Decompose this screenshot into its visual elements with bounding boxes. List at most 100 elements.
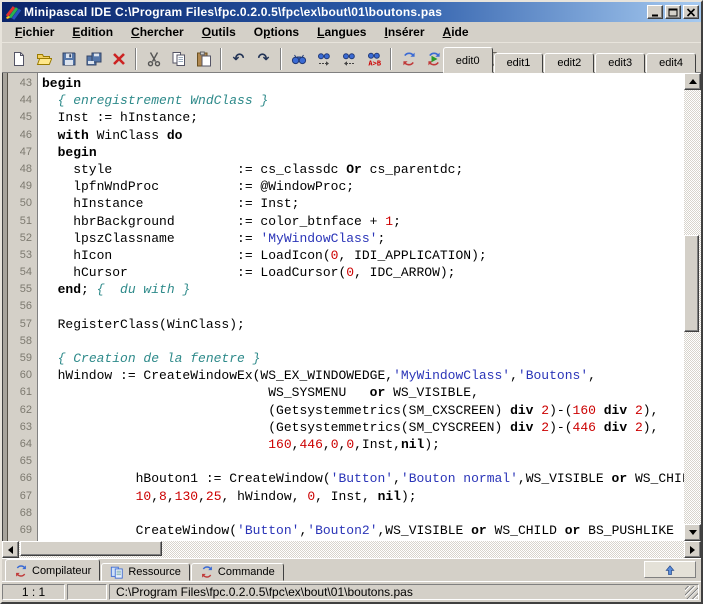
menu-fichier[interactable]: Fichier [6, 23, 63, 41]
resize-grip[interactable] [685, 586, 698, 599]
tab-edit3[interactable]: edit3 [595, 53, 645, 73]
code-line-56 [42, 298, 684, 315]
code-area[interactable]: begin { enregistrement WndClass } Inst :… [38, 73, 684, 541]
line-number: 54 [8, 264, 37, 281]
menu-aide[interactable]: Aide [434, 23, 478, 41]
panel-tab-label: Ressource [128, 566, 181, 578]
line-number: 68 [8, 505, 37, 522]
code-line-47: begin [42, 144, 684, 161]
redo-icon: ↷ [256, 51, 272, 67]
line-number: 57 [8, 316, 37, 333]
status-file-path: C:\Program Files\fpc.0.2.0.5\fpc\ex\bout… [109, 584, 699, 600]
menu-bar: FichierEditionChercherOutilsOptionsLangu… [2, 22, 701, 43]
menu-edition[interactable]: Edition [63, 23, 122, 41]
code-line-51: hbrBackground := color_btnface + 1; [42, 213, 684, 230]
tab-edit4[interactable]: edit4 [646, 53, 696, 73]
compile-icon [401, 51, 417, 67]
replace-icon: A>B [366, 51, 382, 67]
code-line-53: hIcon := LoadIcon(0, IDI_APPLICATION); [42, 247, 684, 264]
menu-insrer[interactable]: Insérer [375, 23, 433, 41]
compile-button[interactable] [396, 47, 421, 71]
vertical-scroll-thumb[interactable] [684, 235, 699, 332]
line-number: 69 [8, 522, 37, 539]
find-button[interactable] [286, 47, 311, 71]
code-line-60: hWindow := CreateWindowEx(WS_EX_WINDOWED… [42, 367, 684, 384]
scroll-right-button[interactable] [684, 541, 701, 558]
toolbar-separator [220, 48, 222, 70]
line-number: 48 [8, 161, 37, 178]
panel-raise-button[interactable] [644, 561, 696, 578]
copy-button[interactable] [166, 47, 191, 71]
line-number: 61 [8, 384, 37, 401]
vertical-scrollbar[interactable] [684, 73, 701, 541]
replace-button[interactable]: A>B [361, 47, 386, 71]
close-button[interactable] [683, 5, 699, 19]
edit-tab-strip: edit0edit1edit2edit3edit4 [443, 47, 697, 73]
redo-button[interactable]: ↷ [251, 47, 276, 71]
tab-edit0[interactable]: edit0 [443, 47, 493, 73]
status-bar: 1 : 1 C:\Program Files\fpc.0.2.0.5\fpc\e… [2, 581, 701, 602]
panel-tab-compilateur[interactable]: Compilateur [5, 559, 100, 581]
tab-edit2[interactable]: edit2 [544, 53, 594, 73]
line-number: 43 [8, 75, 37, 92]
code-line-67: 10,8,130,25, hWindow, 0, Inst, nil); [42, 488, 684, 505]
line-number: 63 [8, 419, 37, 436]
delete-button[interactable] [106, 47, 131, 71]
window-title: Minipascal IDE C:\Program Files\fpc.0.2.… [24, 5, 647, 19]
minimize-button[interactable] [647, 5, 663, 19]
paste-button[interactable] [191, 47, 216, 71]
line-number: 51 [8, 213, 37, 230]
undo-button[interactable]: ↶ [226, 47, 251, 71]
toolbar-separator [135, 48, 137, 70]
maximize-button[interactable] [665, 5, 681, 19]
line-number: 65 [8, 453, 37, 470]
compile-run-icon [426, 51, 442, 67]
code-editor: 4344454647484950515253545556575859606162… [2, 73, 701, 541]
horizontal-scroll-track[interactable] [19, 541, 684, 558]
menu-outils[interactable]: Outils [193, 23, 245, 41]
code-line-61: WS_SYSMENU or WS_VISIBLE, [42, 384, 684, 401]
line-number: 46 [8, 127, 37, 144]
new-file-icon [11, 51, 27, 67]
menu-langues[interactable]: Langues [308, 23, 375, 41]
code-line-68 [42, 505, 684, 522]
command-icon [200, 565, 214, 579]
open-folder-icon [36, 51, 52, 67]
title-bar: Minipascal IDE C:\Program Files\fpc.0.2.… [2, 2, 701, 22]
scroll-up-button[interactable] [684, 73, 701, 90]
code-line-45: Inst := hInstance; [42, 109, 684, 126]
line-number: 49 [8, 178, 37, 195]
tab-edit1[interactable]: edit1 [494, 53, 544, 73]
panel-tab-ressource[interactable]: Ressource [101, 563, 190, 581]
line-number: 62 [8, 402, 37, 419]
delete-icon [111, 51, 127, 67]
horizontal-scrollbar[interactable] [2, 541, 701, 558]
undo-icon: ↶ [231, 51, 247, 67]
compile-icon [14, 564, 28, 578]
menu-chercher[interactable]: Chercher [122, 23, 193, 41]
save-icon [61, 51, 77, 67]
new-file-button[interactable] [6, 47, 31, 71]
code-line-44: { enregistrement WndClass } [42, 92, 684, 109]
open-folder-button[interactable] [31, 47, 56, 71]
code-line-66: hBouton1 := CreateWindow('Button','Bouto… [42, 470, 684, 487]
find-next-icon [316, 51, 332, 67]
scroll-down-button[interactable] [684, 524, 701, 541]
horizontal-scroll-thumb[interactable] [20, 541, 162, 556]
menu-options[interactable]: Options [245, 23, 308, 41]
resource-icon [110, 565, 124, 579]
line-number: 56 [8, 298, 37, 315]
save-button[interactable] [56, 47, 81, 71]
save-all-button[interactable] [81, 47, 106, 71]
code-line-65 [42, 453, 684, 470]
line-number: 47 [8, 144, 37, 161]
panel-tab-commande[interactable]: Commande [191, 563, 284, 581]
line-number-gutter: 4344454647484950515253545556575859606162… [8, 73, 38, 541]
scroll-left-button[interactable] [2, 541, 19, 558]
cut-button[interactable] [141, 47, 166, 71]
line-number: 58 [8, 333, 37, 350]
find-next-button[interactable] [311, 47, 336, 71]
vertical-scroll-track[interactable] [684, 90, 701, 524]
code-line-57: RegisterClass(WinClass); [42, 316, 684, 333]
find-previous-button[interactable] [336, 47, 361, 71]
